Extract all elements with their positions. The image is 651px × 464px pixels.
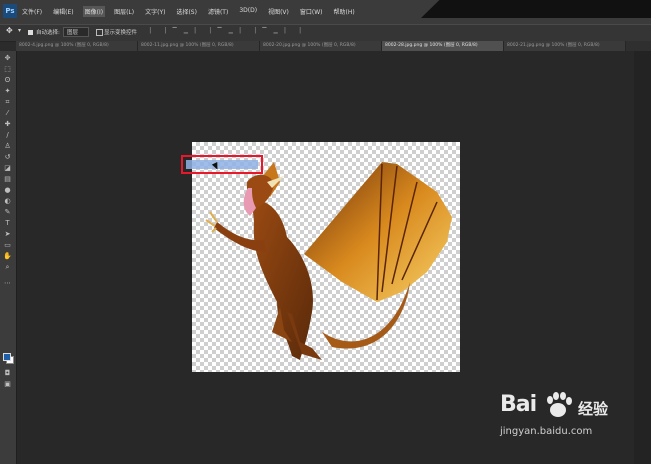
hand-icon[interactable]: ✋: [3, 252, 12, 261]
title-bar-shadow: [421, 0, 651, 18]
pen-icon[interactable]: ✎: [3, 208, 12, 217]
watermark-brand: Bai: [500, 392, 537, 417]
menu-window[interactable]: 窗口(W): [298, 6, 325, 17]
panel-dock: [634, 51, 651, 464]
watermark-jingyan: 经验: [578, 400, 609, 418]
clone-stamp-icon[interactable]: ♙: [3, 142, 12, 151]
gradient-icon[interactable]: ▤: [3, 175, 12, 184]
screen-mode-icon[interactable]: ▣: [3, 380, 12, 389]
menu-filter[interactable]: 滤镜(T): [206, 6, 230, 17]
more-tools-icon[interactable]: ⋯: [3, 279, 12, 288]
crop-icon[interactable]: ⌗: [3, 98, 12, 107]
healing-brush-icon[interactable]: ✚: [3, 120, 12, 129]
move-tool-icon[interactable]: ✥: [6, 26, 13, 35]
watermark-url: jingyan.baidu.com: [500, 426, 593, 437]
dragon-image: [205, 162, 452, 360]
tab-8002-20[interactable]: 8002-20.jpg.png @ 100% (图层 0, RGB/8): [260, 41, 382, 51]
path-selection-icon[interactable]: ➤: [3, 230, 12, 239]
tools-panel: ✥ ⬚ ʘ ✦ ⌗ ⁄ ✚ / ♙ ↺ ◪ ▤ ● ◐ ✎ T ➤ ▭ ✋ ⌕ …: [0, 51, 17, 464]
document-tabs: 8002-4.jpg.png @ 100% (图层 0, RGB/8) 8002…: [16, 41, 651, 51]
menu-view[interactable]: 视图(V): [266, 6, 291, 17]
eraser-icon[interactable]: ◪: [3, 164, 12, 173]
tab-label: 8002-4.jpg.png @ 100% (图层 0, RGB/8): [19, 43, 109, 48]
lasso-icon[interactable]: ʘ: [3, 76, 12, 85]
menu-list: 文件(F) 编辑(E) 图像(I) 图层(L) 文字(Y) 选择(S) 滤镜(T…: [20, 6, 357, 17]
auto-select-checkbox[interactable]: [28, 30, 33, 35]
menu-edit[interactable]: 编辑(E): [51, 6, 75, 17]
menu-select[interactable]: 选择(S): [174, 6, 199, 17]
tab-label: 8002-28.jpg.png @ 100% (图层 0, RGB/8): [385, 43, 478, 48]
menu-help[interactable]: 帮助(H): [332, 6, 357, 17]
marquee-icon[interactable]: ⬚: [3, 65, 12, 74]
paw-icon: [547, 392, 572, 417]
menu-image[interactable]: 图像(I): [82, 6, 106, 17]
brush-icon[interactable]: /: [3, 131, 12, 140]
show-transform-checkbox[interactable]: [96, 29, 103, 36]
zoom-icon[interactable]: ⌕: [3, 263, 12, 272]
baidu-watermark: Bai 经验 jingyan.baidu.com: [500, 392, 630, 452]
highlight-box: [181, 155, 263, 174]
menu-file[interactable]: 文件(F): [20, 6, 44, 17]
dodge-icon[interactable]: ◐: [3, 197, 12, 206]
align-buttons[interactable]: ▏▕▔▁▏▕▔▁▏▕▔▁▏▕: [150, 28, 307, 34]
eyedropper-icon[interactable]: ⁄: [3, 109, 12, 118]
tool-preset-chevron-icon[interactable]: ▾: [18, 27, 21, 34]
tab-8002-11[interactable]: 8002-11.jpg.png @ 100% (图层 0, RGB/8): [138, 41, 260, 51]
menu-3d[interactable]: 3D(D): [237, 6, 259, 17]
quick-mask-icon[interactable]: ◘: [3, 369, 12, 378]
tab-label: 8002-11.jpg.png @ 100% (图层 0, RGB/8): [141, 43, 234, 48]
selected-layer-name-field[interactable]: [186, 160, 258, 169]
photoshop-logo: Ps: [3, 4, 17, 18]
shape-icon[interactable]: ▭: [3, 241, 12, 250]
type-icon[interactable]: T: [3, 219, 12, 228]
blur-icon[interactable]: ●: [3, 186, 12, 195]
history-brush-icon[interactable]: ↺: [3, 153, 12, 162]
auto-select-label: 自动选择:: [36, 30, 60, 36]
tab-label: 8002-20.jpg.png @ 100% (图层 0, RGB/8): [263, 43, 356, 48]
menu-bar: Ps 文件(F) 编辑(E) 图像(I) 图层(L) 文字(Y) 选择(S) 滤…: [0, 0, 651, 24]
auto-select-dropdown[interactable]: 图层: [63, 27, 90, 37]
move-icon[interactable]: ✥: [3, 54, 12, 63]
tab-8002-28[interactable]: 8002-28.jpg.png @ 100% (图层 0, RGB/8): [382, 41, 504, 51]
tab-8002-4[interactable]: 8002-4.jpg.png @ 100% (图层 0, RGB/8): [16, 41, 138, 51]
magic-wand-icon[interactable]: ✦: [3, 87, 12, 96]
show-transform-label: 显示变换控件: [104, 30, 138, 36]
menu-layer[interactable]: 图层(L): [112, 6, 136, 17]
document-canvas[interactable]: [192, 142, 460, 372]
tab-8002-21[interactable]: 8002-21.jpg.png @ 100% (图层 0, RGB/8): [504, 41, 626, 51]
options-bar: ✥ ▾ 自动选择: 图层 显示变换控件 ▏▕▔▁▏▕▔▁▏▕▔▁▏▕: [0, 24, 651, 42]
menu-type[interactable]: 文字(Y): [143, 6, 167, 17]
foreground-color-swatch[interactable]: [3, 353, 11, 361]
tab-label: 8002-21.jpg.png @ 100% (图层 0, RGB/8): [507, 43, 600, 48]
